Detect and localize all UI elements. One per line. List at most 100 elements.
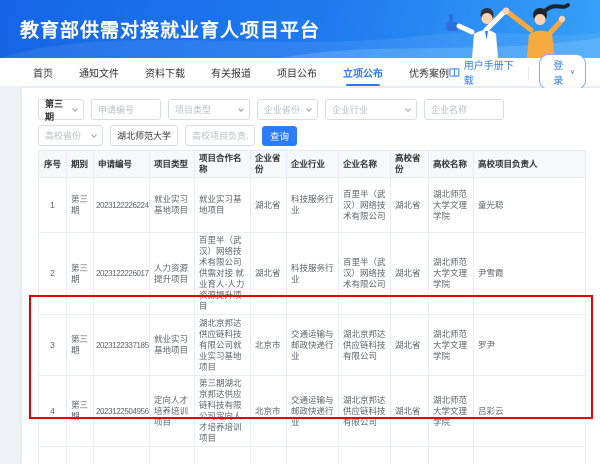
table-cell: 人力资源提升项目 — [150, 233, 195, 315]
college-name-input[interactable] — [110, 125, 178, 146]
col-header-company-name: 企业名称 — [339, 151, 391, 178]
chevron-down-icon — [405, 106, 411, 112]
filter-row-1: 第三期 项目类型 企业省份 企业行业 — [38, 99, 504, 120]
top-nav: 首页 通知文件 资料下载 有关报道 项目公布 立项公布 优秀案例 用户手册下载 … — [0, 58, 600, 86]
table-cell: 重点群体就业帮扶项目 — [150, 447, 195, 464]
table-cell: 湖北省 — [251, 178, 287, 233]
table-cell: 定向人才培养培训项目 — [150, 376, 195, 447]
nav-item-home[interactable]: 首页 — [33, 58, 53, 86]
nav-items: 首页 通知文件 资料下载 有关报道 项目公布 立项公布 优秀案例 — [0, 58, 449, 86]
table-cell: 2023122226224 — [94, 178, 150, 233]
col-header-application-no: 申请编号 — [94, 151, 150, 178]
results-table-wrap: 序号 期别 申请编号 项目类型 项目合作名称 企业省份 企业行业 企业名称 高校… — [38, 150, 585, 464]
chevron-down-icon: ∨ — [570, 68, 575, 76]
table-cell: 湖北省 — [391, 178, 429, 233]
col-header-college-leader: 高校项目负责人 — [474, 151, 586, 178]
table-cell: 第三期 — [67, 233, 94, 315]
page: 教育部供需对接就业育人项目平台 首页 通知文件 资料下载 有关报道 项目公布 立… — [0, 0, 600, 464]
chevron-down-icon — [238, 106, 244, 112]
nav-right: 用户手册下载 登录 ∨ — [449, 54, 600, 90]
table-row: 5第三期2023122250683重点群体就业帮扶项目第三期湖北京邦达供应链科技… — [39, 447, 586, 464]
user-manual-label: 用户手册下载 — [464, 57, 518, 87]
table-cell: 尹雪霞 — [474, 233, 586, 315]
table-cell: 湖北省 — [391, 233, 429, 315]
table-cell: 2023122337185 — [94, 315, 150, 376]
table-cell: 湖北师范大学文理学院 — [429, 315, 474, 376]
login-button[interactable]: 登录 ∨ — [539, 54, 586, 90]
results-table: 序号 期别 申请编号 项目类型 项目合作名称 企业省份 企业行业 企业名称 高校… — [38, 150, 586, 464]
table-cell: 2023122226017 — [94, 233, 150, 315]
table-cell: 3 — [39, 315, 67, 376]
table-cell: 湖北师范大学文理学院 — [429, 233, 474, 315]
application-no-input[interactable] — [91, 99, 161, 120]
period-select-value: 第三期 — [45, 97, 68, 123]
table-cell: 4 — [39, 376, 67, 447]
nav-item-project-announcement[interactable]: 项目公布 — [277, 58, 317, 86]
table-row: 4第三期2023122504956定向人才培养培训项目第三期湖北京邦达供应链科技… — [39, 376, 586, 447]
company-industry-select[interactable]: 企业行业 — [325, 99, 417, 120]
table-cell: 2023122504956 — [94, 376, 150, 447]
table-cell: 第三期 — [67, 315, 94, 376]
table-body: 1第三期2023122226224就业实习基地项目就业实习基地项目湖北省科技服务… — [39, 178, 586, 464]
col-header-company-province: 企业省份 — [251, 151, 287, 178]
login-label: 登录 — [550, 57, 567, 87]
table-row: 1第三期2023122226224就业实习基地项目就业实习基地项目湖北省科技服务… — [39, 178, 586, 233]
page-title: 教育部供需对接就业育人项目平台 — [20, 16, 320, 43]
book-icon — [449, 67, 460, 78]
table-cell: 科技服务行业 — [287, 178, 339, 233]
nav-item-downloads[interactable]: 资料下载 — [145, 58, 185, 86]
thumbs-up-icon — [446, 14, 458, 31]
table-cell: 湖北京邦达供应链科技有限公司 — [339, 315, 391, 376]
company-name-input[interactable] — [424, 99, 504, 120]
col-header-project-name: 项目合作名称 — [195, 151, 251, 178]
college-leader-input[interactable] — [185, 125, 255, 146]
banner: 教育部供需对接就业育人项目平台 — [0, 0, 600, 58]
table-cell: 百里半（武汉）网络技术有限公司供需对接 就业育人-人力资源提升项目 — [195, 233, 251, 315]
table-cell: 童光聪 — [474, 178, 586, 233]
table-cell: 罗尹 — [474, 315, 586, 376]
table-cell: 第三期 — [67, 376, 94, 447]
chevron-down-icon — [306, 106, 312, 112]
table-row: 2第三期2023122226017人力资源提升项目百里半（武汉）网络技术有限公司… — [39, 233, 586, 315]
table-cell: 湖北省 — [391, 376, 429, 447]
period-select[interactable]: 第三期 — [38, 99, 84, 120]
table-cell: 2023122250683 — [94, 447, 150, 464]
chevron-down-icon — [91, 132, 97, 138]
table-cell: 科技服务行业 — [287, 233, 339, 315]
project-type-select[interactable]: 项目类型 — [168, 99, 250, 120]
table-cell: 1 — [39, 178, 67, 233]
table-cell: 湖北师范大学文理学院 — [429, 178, 474, 233]
user-manual-download[interactable]: 用户手册下载 — [449, 57, 518, 87]
table-cell: 第三期 — [67, 178, 94, 233]
col-header-company-industry: 企业行业 — [287, 151, 339, 178]
table-cell: 湖北省 — [391, 447, 429, 464]
table-row: 3第三期2023122337185就业实习基地项目湖北京邦达供应链科技有限公司就… — [39, 315, 586, 376]
company-province-select[interactable]: 企业省份 — [257, 99, 318, 120]
table-cell: 5 — [39, 447, 67, 464]
project-type-placeholder: 项目类型 — [175, 103, 211, 116]
col-header-period: 期别 — [67, 151, 94, 178]
table-cell: 北京市 — [251, 376, 287, 447]
table-cell: 第三期 — [67, 447, 94, 464]
table-cell: 甘伟 — [474, 447, 586, 464]
filter-row-2: 高校省份 查询 — [38, 125, 504, 146]
table-cell: 第三期湖北京邦达供应链科技有限公司定向人才培养培训项目 — [195, 376, 251, 447]
table-cell: 交通运输与邮政快递行业 — [287, 447, 339, 464]
divider — [528, 66, 529, 79]
table-cell: 北京市 — [251, 447, 287, 464]
company-province-placeholder: 企业省份 — [264, 103, 300, 116]
nav-item-notices[interactable]: 通知文件 — [79, 58, 119, 86]
filters: 第三期 项目类型 企业省份 企业行业 — [38, 99, 504, 151]
college-province-select[interactable]: 高校省份 — [38, 125, 103, 146]
nav-item-approval-announcement[interactable]: 立项公布 — [343, 58, 383, 86]
table-cell: 就业实习基地项目 — [150, 178, 195, 233]
table-header-row: 序号 期别 申请编号 项目类型 项目合作名称 企业省份 企业行业 企业名称 高校… — [39, 151, 586, 178]
nav-item-excellent-cases[interactable]: 优秀案例 — [409, 58, 449, 86]
nav-item-reports[interactable]: 有关报道 — [211, 58, 251, 86]
search-button[interactable]: 查询 — [262, 126, 297, 146]
table-cell: 就业实习基地项目 — [150, 315, 195, 376]
college-province-placeholder: 高校省份 — [45, 129, 81, 142]
table-cell: 交通运输与邮政快递行业 — [287, 376, 339, 447]
table-cell: 百里半（武汉）网络技术有限公司 — [339, 233, 391, 315]
table-cell: 2 — [39, 233, 67, 315]
